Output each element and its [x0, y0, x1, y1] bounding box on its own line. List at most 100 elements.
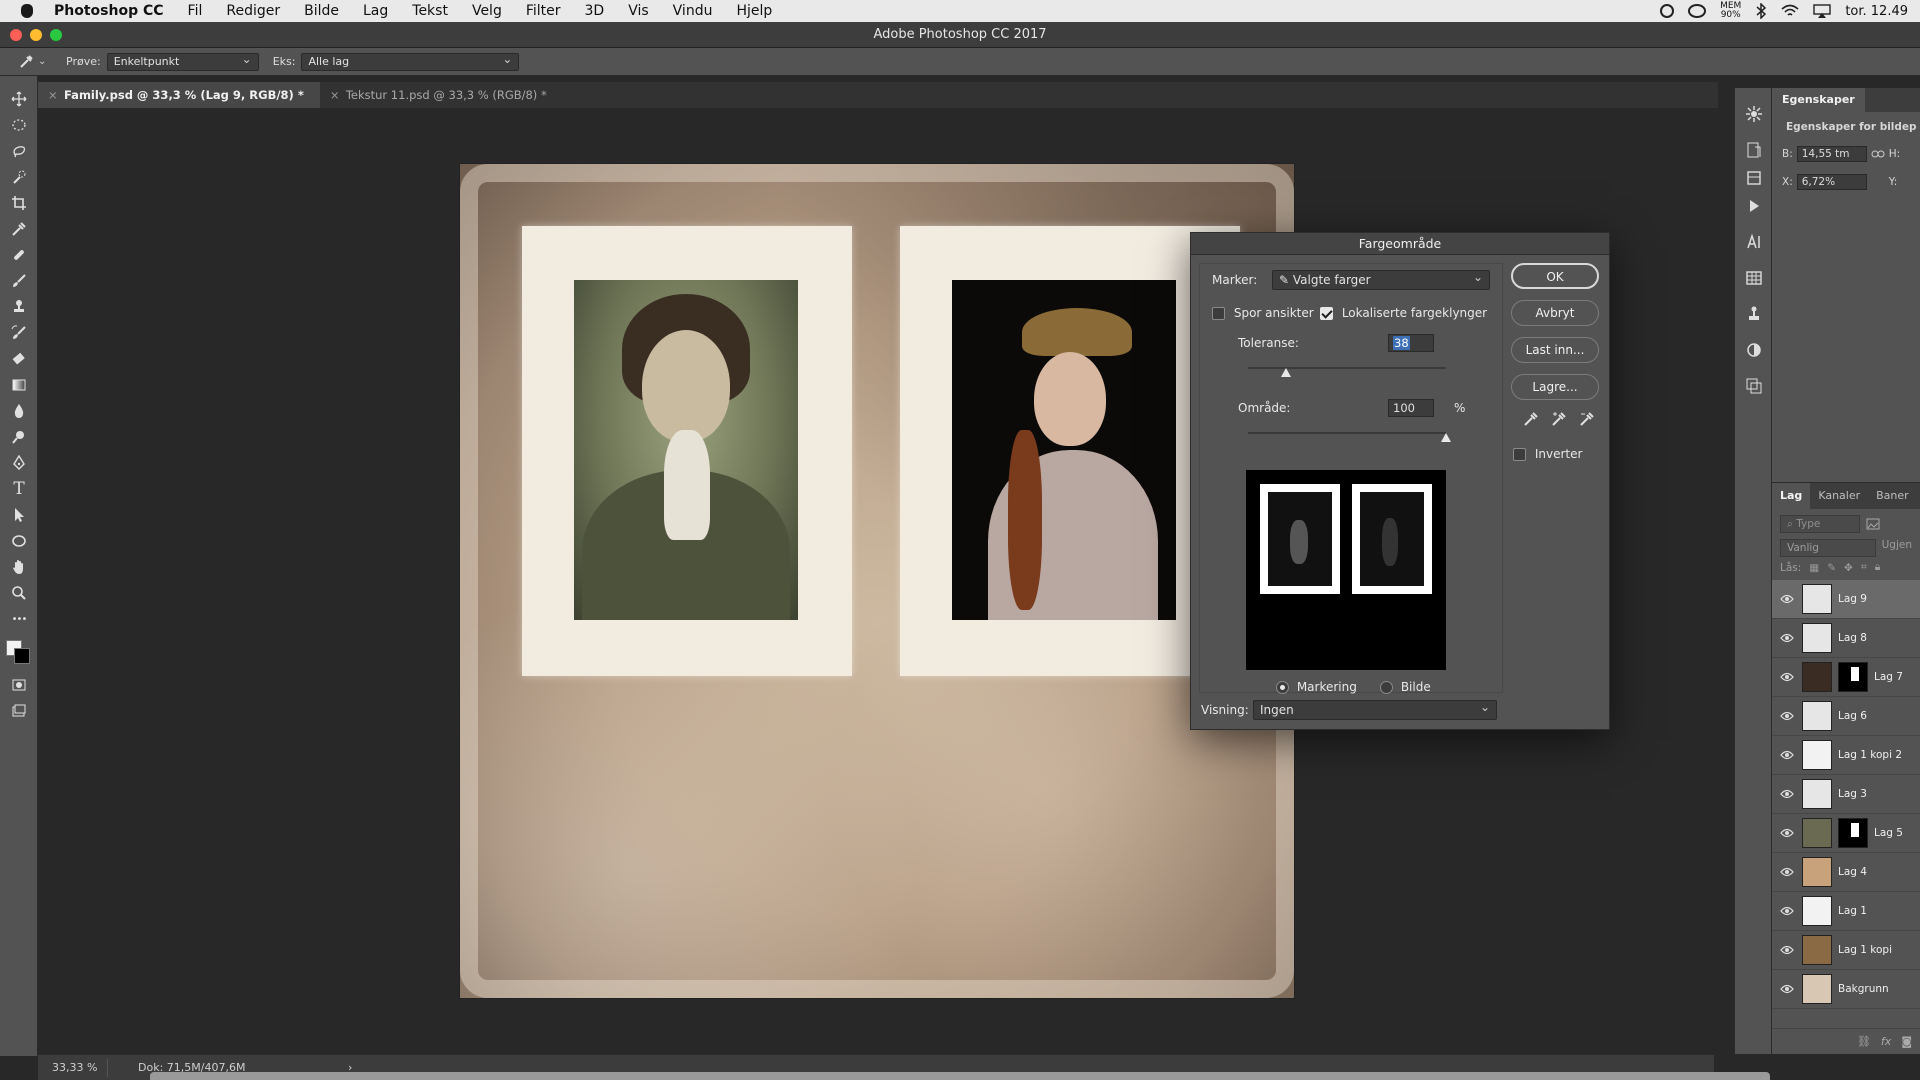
eyedropper-icon[interactable]: [0, 216, 38, 242]
fuzziness-input[interactable]: 38: [1388, 334, 1434, 352]
airplay-icon[interactable]: [1813, 4, 1832, 18]
eyedropper-add-icon[interactable]: [1551, 411, 1567, 427]
detect-faces-checkbox[interactable]: [1212, 307, 1225, 320]
menu-window[interactable]: Vindu: [673, 3, 713, 19]
layer-thumbnail[interactable]: [1802, 623, 1832, 653]
quick-select-icon[interactable]: [0, 164, 38, 190]
layer-row[interactable]: Lag 8: [1772, 619, 1920, 658]
menu-layer[interactable]: Lag: [363, 3, 388, 19]
gradient-icon[interactable]: [0, 372, 38, 398]
blur-icon[interactable]: [0, 398, 38, 424]
layer-name[interactable]: Lag 1: [1838, 905, 1867, 917]
view-image-radio[interactable]: [1380, 681, 1393, 694]
layer-thumbnail[interactable]: [1802, 779, 1832, 809]
menu-3d[interactable]: 3D: [585, 3, 605, 19]
layer-name[interactable]: Lag 3: [1838, 788, 1867, 800]
detect-faces-option[interactable]: Spor ansikter: [1212, 306, 1314, 320]
dodge-icon[interactable]: [0, 424, 38, 450]
width-input[interactable]: 14,55 tm: [1796, 146, 1867, 162]
move-icon[interactable]: [0, 86, 38, 112]
record-icon[interactable]: [1660, 4, 1675, 18]
x-input[interactable]: 6,72%: [1796, 174, 1867, 190]
link-icon[interactable]: [1871, 149, 1885, 159]
menu-filter[interactable]: Filter: [526, 3, 561, 19]
invert-option[interactable]: Inverter: [1511, 447, 1603, 461]
layer-thumbnail[interactable]: [1802, 935, 1832, 965]
menu-select[interactable]: Velg: [472, 3, 502, 19]
visibility-eye-icon[interactable]: [1772, 945, 1802, 955]
clock[interactable]: tor. 12.49: [1845, 4, 1908, 19]
layer-name[interactable]: Lag 1 kopi: [1838, 944, 1892, 956]
bluetooth-icon[interactable]: [1755, 3, 1767, 19]
layer-thumbnail[interactable]: [1802, 857, 1832, 887]
filter-image-icon[interactable]: [1866, 518, 1880, 530]
clone-source-icon[interactable]: [1735, 300, 1773, 328]
tab-properties[interactable]: Egenskaper: [1772, 88, 1865, 112]
actions-icon[interactable]: [1735, 192, 1773, 220]
menu-image[interactable]: Bilde: [304, 3, 339, 19]
close-tab-icon[interactable]: ×: [330, 82, 340, 108]
view-selection-option[interactable]: Markering: [1276, 680, 1357, 694]
view-image-option[interactable]: Bilde: [1380, 680, 1431, 694]
layer-row[interactable]: Lag 3: [1772, 775, 1920, 814]
zoom-window-button[interactable]: [50, 29, 62, 41]
wifi-icon[interactable]: [1781, 4, 1799, 18]
cancel-button[interactable]: Avbryt: [1511, 300, 1599, 326]
type-icon[interactable]: T: [0, 476, 38, 502]
minimize-window-button[interactable]: [30, 29, 42, 41]
menu-file[interactable]: Fil: [188, 3, 203, 19]
layer-thumbnail[interactable]: [1802, 662, 1832, 692]
layer-row[interactable]: Bakgrunn: [1772, 970, 1920, 1009]
close-tab-icon[interactable]: ×: [48, 82, 58, 108]
link-layers-icon[interactable]: ⛓︎: [1857, 1035, 1871, 1048]
lock-transparent-icon[interactable]: ▦: [1809, 562, 1819, 574]
layer-name[interactable]: Lag 5: [1874, 827, 1903, 839]
lock-pixels-icon[interactable]: ✎: [1827, 562, 1836, 574]
character-icon[interactable]: [1735, 228, 1773, 256]
layer-filter-select[interactable]: ⌕ Type: [1780, 515, 1860, 533]
memory-indicator[interactable]: MEM 90%: [1720, 2, 1741, 20]
color-swatches[interactable]: [0, 632, 38, 672]
range-slider-track[interactable]: [1248, 432, 1446, 434]
layer-thumbnail[interactable]: [1802, 896, 1832, 926]
layer-mask-thumbnail[interactable]: [1838, 662, 1868, 692]
ok-button[interactable]: OK: [1511, 263, 1599, 289]
brush-settings-icon[interactable]: [1735, 100, 1773, 128]
layer-thumbnail[interactable]: [1802, 584, 1832, 614]
screen-mode-icon[interactable]: [0, 698, 38, 724]
stamp-icon[interactable]: [0, 294, 38, 320]
app-menu[interactable]: Photoshop CC: [54, 3, 164, 19]
lasso-icon[interactable]: [0, 138, 38, 164]
tool-preset-picker[interactable]: ⌄: [18, 51, 52, 73]
layer-mask-thumbnail[interactable]: [1838, 818, 1868, 848]
lock-artboard-icon[interactable]: ⌗: [1861, 561, 1867, 574]
layer-name[interactable]: Bakgrunn: [1838, 983, 1889, 995]
layer-row[interactable]: Lag 4: [1772, 853, 1920, 892]
layer-row[interactable]: Lag 1: [1772, 892, 1920, 931]
layer-row[interactable]: Lag 9: [1772, 580, 1920, 619]
menu-type[interactable]: Tekst: [412, 3, 448, 19]
visibility-eye-icon[interactable]: [1772, 906, 1802, 916]
layer-row[interactable]: Lag 5: [1772, 814, 1920, 853]
layer-name[interactable]: Lag 8: [1838, 632, 1867, 644]
select-mode-dropdown[interactable]: ✎︎ Valgte farger: [1272, 268, 1490, 290]
hand-icon[interactable]: [0, 554, 38, 580]
sample-size-select[interactable]: Enkeltpunkt: [106, 51, 259, 71]
lock-position-icon[interactable]: ✥: [1844, 562, 1853, 574]
layer-thumbnail[interactable]: [1802, 818, 1832, 848]
eyedropper-icon[interactable]: [1523, 411, 1539, 427]
visibility-eye-icon[interactable]: [1772, 672, 1802, 682]
visibility-eye-icon[interactable]: [1772, 633, 1802, 643]
invert-checkbox[interactable]: [1513, 448, 1526, 461]
swatches-grid-icon[interactable]: [1735, 264, 1773, 292]
range-slider-thumb[interactable]: [1441, 433, 1451, 442]
quick-mask-icon[interactable]: [0, 672, 38, 698]
apple-icon[interactable]: [14, 0, 40, 22]
eyedropper-subtract-icon[interactable]: [1579, 411, 1595, 427]
add-mask-icon[interactable]: ◙: [1901, 1035, 1912, 1048]
visibility-eye-icon[interactable]: [1772, 594, 1802, 604]
lock-all-icon[interactable]: 🔒︎: [1875, 561, 1881, 574]
fuzziness-slider-thumb[interactable]: [1280, 368, 1291, 377]
marquee-icon[interactable]: [0, 112, 38, 138]
visibility-eye-icon[interactable]: [1772, 750, 1802, 760]
